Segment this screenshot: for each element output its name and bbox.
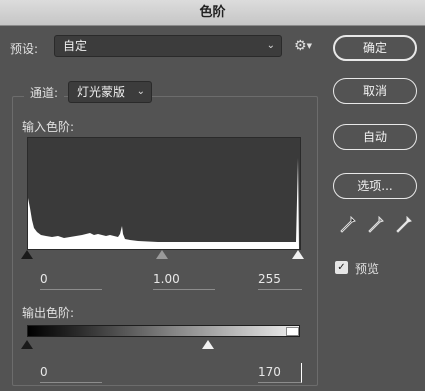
gear-icon[interactable]: ⚙▼ [294, 38, 312, 54]
output-white-swatch [286, 327, 299, 336]
window-title: 色阶 [0, 0, 425, 26]
channel-select[interactable]: 灯光蒙版 ⌄ [68, 81, 152, 103]
input-black-field[interactable]: 0 [40, 270, 102, 290]
output-white-slider[interactable] [202, 340, 214, 349]
auto-button[interactable]: 自动 [333, 124, 417, 150]
input-white-slider[interactable] [292, 250, 304, 259]
output-levels-label: 输出色阶: [22, 306, 75, 320]
gray-eyedropper-icon[interactable] [368, 216, 384, 234]
preset-value: 自定 [63, 39, 88, 53]
input-black-slider[interactable] [21, 250, 33, 259]
output-black-field[interactable]: 0 [40, 363, 102, 383]
output-black-slider[interactable] [21, 340, 33, 349]
input-levels-label: 输入色阶: [22, 120, 75, 134]
histogram [27, 137, 301, 250]
chevron-down-icon: ⌄ [266, 40, 275, 51]
channel-value: 灯光蒙版 [77, 85, 126, 99]
channel-row: 通道: 灯光蒙版 ⌄ [24, 80, 152, 104]
chevron-down-icon: ⌄ [136, 86, 145, 97]
input-gamma-field[interactable]: 1.00 [153, 270, 215, 290]
cancel-button[interactable]: 取消 [333, 78, 417, 104]
input-white-field[interactable]: 255 [258, 270, 302, 290]
input-gamma-slider[interactable] [156, 250, 168, 259]
options-button[interactable]: 选项... [333, 173, 417, 199]
preset-label: 预设: [10, 42, 39, 56]
channel-label: 通道: [30, 86, 59, 100]
preset-select[interactable]: 自定 ⌄ [54, 35, 282, 57]
black-eyedropper-icon[interactable] [340, 216, 356, 234]
preview-checkbox[interactable]: ✓ [335, 261, 348, 274]
preview-label: 预览 [355, 262, 380, 276]
output-gradient-bar [27, 325, 300, 337]
ok-button[interactable]: 确定 [333, 35, 417, 61]
output-white-field[interactable]: 170 [258, 363, 302, 383]
white-eyedropper-icon[interactable] [396, 216, 412, 234]
